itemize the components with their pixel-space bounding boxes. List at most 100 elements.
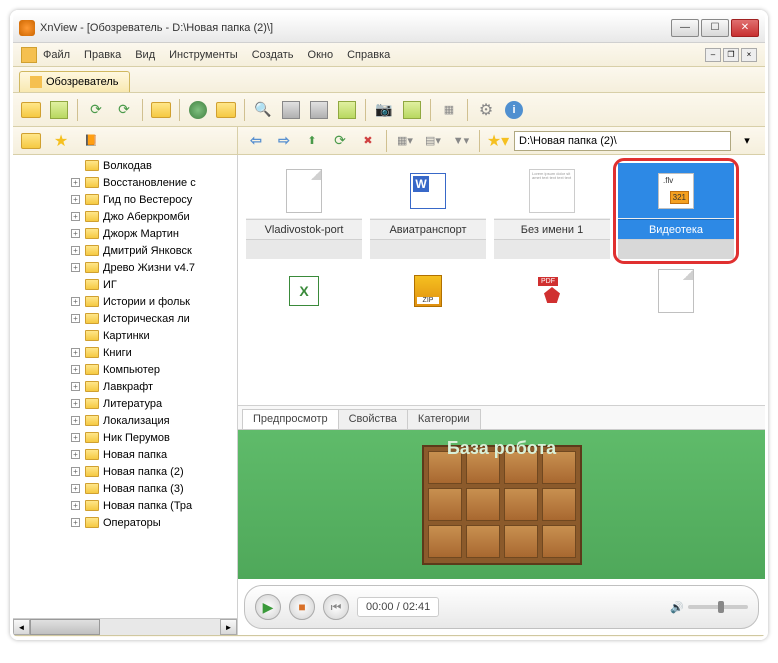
menu-file[interactable]: Файл xyxy=(43,49,70,61)
tree-item[interactable]: +Историческая ли xyxy=(13,310,237,327)
tree-folder-button[interactable] xyxy=(19,129,43,153)
refresh-button[interactable]: ⟳ xyxy=(84,98,108,122)
menu-edit[interactable]: Правка xyxy=(84,49,121,61)
skip-button[interactable]: ⏮ xyxy=(323,594,349,620)
thumbnail-item[interactable]: Lorem ipsum dolor sit amet text text tex… xyxy=(494,163,610,259)
image-button[interactable] xyxy=(47,98,71,122)
tree-item[interactable]: +Литература xyxy=(13,395,237,412)
thumbnail-item[interactable]: Авиатранспорт xyxy=(370,163,486,259)
tree-item[interactable]: ИГ xyxy=(13,276,237,293)
nav-fwd-button[interactable]: ⇨ xyxy=(272,129,296,153)
mdi-restore-button[interactable]: ❐ xyxy=(723,48,739,62)
nav-back-button[interactable]: ⇦ xyxy=(244,129,268,153)
expand-icon[interactable]: + xyxy=(71,399,80,408)
tree-item[interactable]: +Локализация xyxy=(13,412,237,429)
camera-button[interactable]: 📷 xyxy=(372,98,396,122)
play-button[interactable]: ▶ xyxy=(255,594,281,620)
thumbnail-item[interactable] xyxy=(370,267,486,315)
expand-icon[interactable]: + xyxy=(71,195,80,204)
tree-item[interactable]: +Новая папка (2) xyxy=(13,463,237,480)
menu-help[interactable]: Справка xyxy=(347,49,390,61)
thumbnail-item[interactable] xyxy=(246,267,362,315)
search-button[interactable]: 🔍 xyxy=(251,98,275,122)
expand-icon[interactable]: + xyxy=(71,212,80,221)
globe-button[interactable] xyxy=(186,98,210,122)
tree-hscrollbar[interactable]: ◄ ► xyxy=(13,618,237,635)
tree-item[interactable]: +Лавкрафт xyxy=(13,378,237,395)
stop-button[interactable]: ■ xyxy=(289,594,315,620)
tree-item[interactable]: +Операторы xyxy=(13,514,237,531)
expand-icon[interactable]: + xyxy=(71,348,80,357)
expand-icon[interactable]: + xyxy=(71,518,80,527)
expand-icon[interactable]: + xyxy=(71,467,80,476)
tree-item[interactable]: +Джорж Мартин xyxy=(13,225,237,242)
nav-stop-button[interactable]: ✖ xyxy=(356,129,380,153)
expand-icon[interactable]: + xyxy=(71,229,80,238)
nav-up-button[interactable]: ⬆ xyxy=(300,129,324,153)
scroll-thumb[interactable] xyxy=(30,619,100,635)
scroll-right-button[interactable]: ► xyxy=(220,619,237,635)
expand-icon[interactable]: + xyxy=(71,416,80,425)
tab-preview[interactable]: Предпросмотр xyxy=(242,409,339,429)
menu-window[interactable]: Окно xyxy=(308,49,334,61)
tab-categories[interactable]: Категории xyxy=(407,409,481,429)
scroll-left-button[interactable]: ◄ xyxy=(13,619,30,635)
tree-item[interactable]: +Новая папка (Тра xyxy=(13,497,237,514)
minimize-button[interactable]: — xyxy=(671,19,699,37)
pic1-button[interactable] xyxy=(335,98,359,122)
catalog-button[interactable]: 📙 xyxy=(79,129,103,153)
tree-item[interactable]: +Книги xyxy=(13,344,237,361)
tree-item[interactable]: +Новая папка xyxy=(13,446,237,463)
expand-icon[interactable]: + xyxy=(71,382,80,391)
open-button[interactable] xyxy=(19,98,43,122)
print-button[interactable] xyxy=(279,98,303,122)
tree-item[interactable]: +Восстановление с xyxy=(13,174,237,191)
tab-properties[interactable]: Свойства xyxy=(338,409,408,429)
tree-item[interactable]: +Компьютер xyxy=(13,361,237,378)
mdi-close-button[interactable]: × xyxy=(741,48,757,62)
view-mode-button[interactable]: ▦▾ xyxy=(393,129,417,153)
sort-button[interactable]: ▤▾ xyxy=(421,129,445,153)
expand-icon[interactable]: + xyxy=(71,501,80,510)
expand-icon[interactable]: + xyxy=(71,433,80,442)
volume-icon[interactable]: 🔊 xyxy=(670,601,684,614)
print2-button[interactable] xyxy=(307,98,331,122)
tree-item[interactable]: Картинки xyxy=(13,327,237,344)
tree-item[interactable]: +Новая папка (3) xyxy=(13,480,237,497)
close-button[interactable]: ✕ xyxy=(731,19,759,37)
expand-icon[interactable]: + xyxy=(71,263,80,272)
tab-browser[interactable]: Обозреватель xyxy=(19,71,130,92)
expand-icon[interactable]: + xyxy=(71,450,80,459)
fav-add-button[interactable]: ★▾ xyxy=(486,129,510,153)
favorites-button[interactable]: ★ xyxy=(49,129,73,153)
pic2-button[interactable] xyxy=(400,98,424,122)
menu-create[interactable]: Создать xyxy=(252,49,294,61)
thumbnail-item[interactable] xyxy=(618,267,734,315)
export-button[interactable] xyxy=(214,98,238,122)
menu-view[interactable]: Вид xyxy=(135,49,155,61)
refresh2-button[interactable]: ⟳ xyxy=(112,98,136,122)
tree-item[interactable]: Волкодав xyxy=(13,157,237,174)
thumbnail-item[interactable] xyxy=(494,267,610,315)
filter-button[interactable]: ▼▾ xyxy=(449,129,473,153)
expand-icon[interactable]: + xyxy=(71,484,80,493)
thumbnail-item[interactable]: Vladivostok-port xyxy=(246,163,362,259)
tree-item[interactable]: +Истории и фольк xyxy=(13,293,237,310)
tree-item[interactable]: +Ник Перумов xyxy=(13,429,237,446)
menu-tools[interactable]: Инструменты xyxy=(169,49,238,61)
folder-tree[interactable]: Волкодав+Восстановление с+Гид по Вестеро… xyxy=(13,155,238,635)
path-input[interactable]: D:\Новая папка (2)\ xyxy=(514,131,731,151)
mdi-minimize-button[interactable]: – xyxy=(705,48,721,62)
settings-button[interactable]: ⚙ xyxy=(474,98,498,122)
expand-icon[interactable]: + xyxy=(71,178,80,187)
expand-icon[interactable]: + xyxy=(71,365,80,374)
expand-icon[interactable]: + xyxy=(71,314,80,323)
tree-item[interactable]: +Древо Жизни v4.7 xyxy=(13,259,237,276)
nav-refresh-button[interactable]: ⟳ xyxy=(328,129,352,153)
tree-item[interactable]: +Дмитрий Янковск xyxy=(13,242,237,259)
action1-button[interactable] xyxy=(149,98,173,122)
info-button[interactable]: i xyxy=(502,98,526,122)
maximize-button[interactable]: ☐ xyxy=(701,19,729,37)
thumbnail-item[interactable]: Видеотека xyxy=(618,163,734,259)
tree-item[interactable]: +Джо Аберкромби xyxy=(13,208,237,225)
